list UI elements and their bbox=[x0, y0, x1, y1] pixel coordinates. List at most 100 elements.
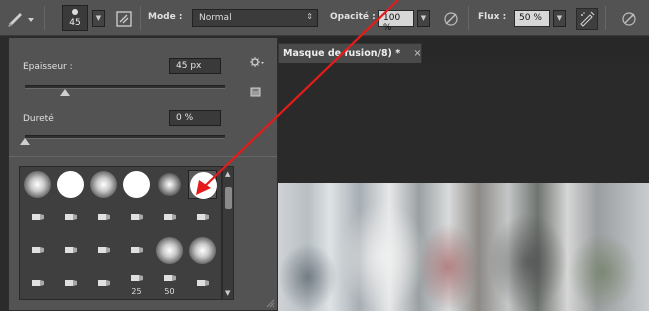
brush-preset-2-5[interactable] bbox=[188, 236, 217, 265]
pen-pressure-size-icon bbox=[622, 12, 636, 26]
document-canvas[interactable] bbox=[278, 63, 649, 311]
brush-size-label: 50 bbox=[164, 287, 175, 296]
brush-tip-icon bbox=[65, 214, 77, 220]
airbrush-button[interactable] bbox=[576, 8, 598, 30]
brush-tip-icon bbox=[32, 247, 44, 253]
brush-preset-dropdown[interactable]: ▼ bbox=[92, 10, 105, 27]
toolbar-separator bbox=[44, 6, 45, 30]
brush-size-readout: 45 bbox=[69, 18, 81, 28]
brush-tip-icon bbox=[65, 280, 77, 286]
panel-divider bbox=[9, 156, 277, 157]
new-preset-button[interactable] bbox=[249, 86, 263, 98]
scroll-up-icon[interactable]: ▲ bbox=[225, 170, 230, 178]
opacity-label: Opacité : bbox=[330, 12, 376, 22]
hardness-slider-thumb[interactable] bbox=[20, 138, 30, 145]
toggle-brush-panel-button[interactable] bbox=[113, 8, 135, 30]
scrollbar-thumb[interactable] bbox=[225, 187, 232, 209]
brush-preset-3-3[interactable]: 25 bbox=[122, 269, 151, 298]
select-arrows-icon: ⇕ bbox=[306, 12, 313, 21]
brush-preset-1-5[interactable] bbox=[188, 203, 217, 232]
brush-preset-2-4[interactable] bbox=[155, 236, 184, 265]
brush-tip-icon bbox=[197, 214, 209, 220]
brush-preset-panel: Epaisseur : 45 px Dureté 0 % 25 50 ▲ ▼ bbox=[8, 37, 278, 311]
brush-preset-2-2[interactable] bbox=[89, 236, 118, 265]
size-input[interactable]: 45 px bbox=[169, 58, 221, 74]
brush-preset-0-1[interactable] bbox=[56, 170, 85, 199]
brush-preset-0-2[interactable] bbox=[89, 170, 118, 199]
hard-round-brush-icon bbox=[123, 171, 150, 198]
scroll-down-icon[interactable]: ▼ bbox=[225, 289, 230, 297]
brush-preset-0-4[interactable] bbox=[155, 170, 184, 199]
opacity-dropdown[interactable]: ▼ bbox=[417, 10, 430, 27]
opacity-input[interactable]: 100 % bbox=[378, 10, 414, 33]
brush-tip-icon bbox=[98, 214, 110, 220]
hardness-label: Dureté bbox=[23, 114, 54, 124]
new-preset-icon bbox=[250, 87, 261, 97]
toolbar-separator bbox=[605, 6, 606, 30]
brush-preset-preview[interactable]: 45 bbox=[62, 5, 88, 31]
hardness-slider[interactable] bbox=[25, 135, 225, 139]
soft-round-brush-icon bbox=[24, 171, 51, 198]
document-tab-title: Masque de fusion/8) * bbox=[283, 48, 401, 59]
brush-panel-icon bbox=[116, 11, 132, 27]
blur-region bbox=[418, 223, 478, 311]
brush-preset-3-4[interactable]: 50 bbox=[155, 269, 184, 298]
brush-preset-1-1[interactable] bbox=[56, 203, 85, 232]
flow-input[interactable]: 50 % bbox=[514, 10, 550, 27]
mode-label: Mode : bbox=[148, 12, 183, 22]
resize-grip-icon[interactable] bbox=[265, 298, 275, 308]
blend-mode-select[interactable]: Normal ⇕ bbox=[192, 9, 318, 27]
brush-tip-icon bbox=[164, 214, 176, 220]
brush-tip-icon bbox=[32, 280, 44, 286]
brush-tip-icon bbox=[32, 214, 44, 220]
blurred-photo bbox=[278, 183, 649, 311]
blur-region bbox=[338, 203, 428, 311]
brush-preset-0-3[interactable] bbox=[122, 170, 151, 199]
soft-round-brush-icon bbox=[90, 171, 117, 198]
pen-pressure-icon bbox=[444, 12, 458, 26]
brush-tip-icon bbox=[197, 280, 209, 286]
brush-tip-icon bbox=[131, 247, 143, 253]
document-tab[interactable]: Masque de fusion/8) * × bbox=[278, 43, 422, 63]
flow-dropdown[interactable]: ▼ bbox=[553, 10, 566, 27]
brush-icon bbox=[8, 13, 34, 27]
brush-tip-icon bbox=[98, 280, 110, 286]
blur-region bbox=[488, 213, 568, 311]
brush-preset-1-3[interactable] bbox=[122, 203, 151, 232]
brush-tool-preset-picker[interactable] bbox=[6, 10, 36, 28]
blur-region bbox=[568, 233, 638, 311]
brush-preset-1-0[interactable] bbox=[23, 203, 52, 232]
brush-preset-3-2[interactable] bbox=[89, 269, 118, 298]
blend-mode-value: Normal bbox=[199, 13, 232, 23]
size-slider[interactable] bbox=[25, 85, 225, 89]
brush-size-label: 25 bbox=[131, 287, 142, 296]
options-bar: 45 ▼ Mode : Normal ⇕ Opacité : 100 % ▼ F… bbox=[0, 0, 649, 36]
close-tab-button[interactable]: × bbox=[414, 48, 422, 59]
toolbar-separator bbox=[140, 6, 141, 30]
brush-preset-2-0[interactable] bbox=[23, 236, 52, 265]
brush-preset-3-5[interactable] bbox=[188, 269, 217, 298]
brush-preset-3-1[interactable] bbox=[56, 269, 85, 298]
pressure-opacity-button[interactable] bbox=[440, 8, 462, 30]
flow-label: Flux : bbox=[478, 12, 507, 22]
toolbar-separator bbox=[468, 6, 469, 30]
hardness-input[interactable]: 0 % bbox=[169, 110, 221, 126]
size-slider-thumb[interactable] bbox=[60, 89, 70, 96]
brush-preset-0-0[interactable] bbox=[23, 170, 52, 199]
gear-icon bbox=[250, 57, 264, 67]
blur-region bbox=[278, 243, 338, 311]
brush-preset-0-5[interactable] bbox=[188, 170, 217, 199]
pressure-size-button[interactable] bbox=[618, 8, 640, 30]
brush-preset-grid: 25 50 bbox=[19, 166, 222, 300]
brush-preset-2-3[interactable] bbox=[122, 236, 151, 265]
preset-scrollbar[interactable]: ▲ ▼ bbox=[222, 166, 234, 300]
panel-settings-button[interactable] bbox=[249, 56, 265, 68]
brush-preset-2-1[interactable] bbox=[56, 236, 85, 265]
brush-preset-1-4[interactable] bbox=[155, 203, 184, 232]
brush-tip-icon bbox=[72, 9, 78, 15]
soft-round-brush-icon bbox=[158, 173, 181, 196]
brush-preset-3-0[interactable] bbox=[23, 269, 52, 298]
soft-round-brush-icon bbox=[156, 237, 183, 264]
brush-preset-1-2[interactable] bbox=[89, 203, 118, 232]
soft-round-brush-icon bbox=[189, 237, 216, 264]
